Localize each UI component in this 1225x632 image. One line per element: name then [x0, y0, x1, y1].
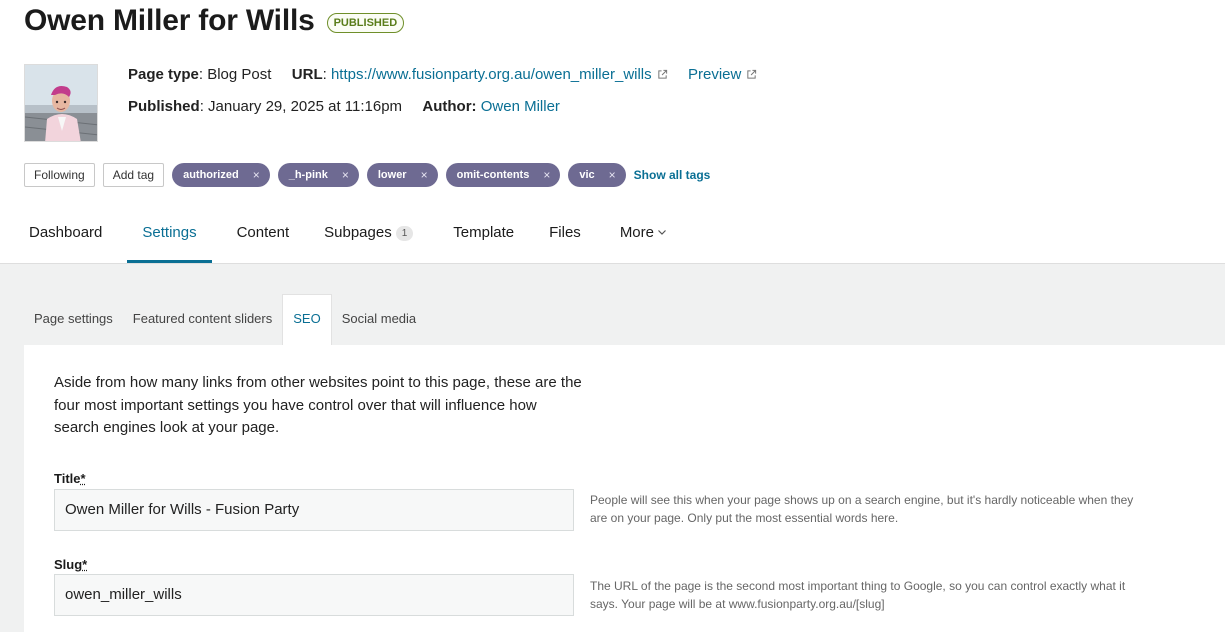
tab-files[interactable]: Files: [529, 210, 596, 263]
author-label: Author:: [422, 98, 477, 115]
subtab-seo[interactable]: SEO: [282, 294, 332, 345]
tag-chip[interactable]: authorized ×: [172, 163, 270, 187]
page-type-value: Blog Post: [207, 66, 272, 83]
tab-subpages-label: Subpages: [324, 224, 392, 241]
seo-title-input[interactable]: Owen Miller for Wills - Fusion Party: [54, 489, 574, 531]
tags-bar: Following Add tag authorized × _h-pink × l…: [24, 163, 710, 187]
meta-row-type-url: Page type: Blog Post URL: https://www.fu…: [128, 66, 757, 83]
preview-link[interactable]: Preview: [688, 66, 741, 83]
close-icon[interactable]: ×: [253, 168, 260, 182]
page-url-link[interactable]: https://www.fusionparty.org.au/owen_mill…: [331, 66, 652, 83]
required-marker: *: [80, 471, 86, 486]
tag-chip[interactable]: lower ×: [366, 163, 438, 187]
tag-label: authorized: [183, 169, 239, 181]
subpages-count-badge: 1: [395, 226, 414, 241]
external-link-icon: [657, 69, 667, 79]
tag-label: _h-pink: [288, 169, 328, 181]
tab-dashboard[interactable]: Dashboard: [14, 210, 117, 263]
following-button[interactable]: Following: [24, 163, 95, 187]
show-all-tags-link[interactable]: Show all tags: [634, 168, 711, 182]
title-help-text: People will see this when your page show…: [590, 493, 1134, 525]
slug-help-text: The URL of the page is the second most i…: [590, 579, 1126, 611]
tab-template[interactable]: Template: [433, 210, 529, 263]
page-title: Owen Miller for Wills: [24, 4, 315, 37]
external-link-icon: [747, 69, 757, 79]
published-date: January 29, 2025 at 11:16pm: [208, 98, 403, 115]
subtab-page-settings[interactable]: Page settings: [24, 294, 123, 345]
tag-chip[interactable]: _h-pink ×: [277, 163, 359, 187]
published-label: Published: [128, 98, 200, 115]
add-tag-button[interactable]: Add tag: [102, 163, 165, 187]
settings-sub-tabs: Page settings Featured content sliders S…: [24, 294, 426, 345]
tab-subpages[interactable]: Subpages 1: [304, 210, 433, 263]
tag-label: lower: [377, 169, 407, 181]
title-field-label: Title*: [54, 471, 86, 486]
tag-label: vic: [579, 169, 595, 181]
page-type-label: Page type: [128, 66, 199, 83]
close-icon[interactable]: ×: [609, 168, 616, 182]
required-marker: *: [82, 557, 88, 572]
page: Owen Miller for Wills PUBLISHED Page typ…: [0, 0, 1225, 632]
settings-content-area: Page settings Featured content sliders S…: [0, 263, 1225, 632]
chevron-down-icon: [658, 230, 666, 235]
seo-intro-text: Aside from how many links from other web…: [54, 374, 582, 436]
seo-slug-input[interactable]: owen_miller_wills: [54, 574, 574, 616]
title-label-text: Title: [54, 471, 81, 486]
tab-settings[interactable]: Settings: [127, 210, 212, 263]
meta-row-published-author: Published: January 29, 2025 at 11:16pm A…: [128, 98, 560, 115]
slug-field-label: Slug*: [54, 557, 87, 572]
subtab-featured-sliders[interactable]: Featured content sliders: [123, 294, 282, 345]
main-tabs: Dashboard Settings Content Subpages 1 Tem…: [14, 210, 682, 264]
slug-label-text: Slug: [54, 557, 83, 572]
status-badge: PUBLISHED: [326, 13, 405, 33]
tab-content[interactable]: Content: [222, 210, 305, 263]
avatar-image: [25, 65, 97, 141]
tab-more[interactable]: More: [596, 210, 682, 263]
seo-panel: Aside from how many links from other web…: [24, 345, 1225, 632]
author-link[interactable]: Owen Miller: [481, 98, 560, 115]
url-label: URL: [291, 66, 323, 83]
tag-chip[interactable]: omit-contents ×: [445, 163, 561, 187]
tag-chip[interactable]: vic ×: [568, 163, 626, 187]
close-icon[interactable]: ×: [421, 168, 428, 182]
tab-more-label: More: [619, 224, 654, 241]
title-row: Owen Miller for Wills PUBLISHED: [24, 4, 405, 38]
tag-label: omit-contents: [456, 169, 530, 181]
close-icon[interactable]: ×: [342, 168, 349, 182]
subtab-social-media[interactable]: Social media: [332, 294, 426, 345]
author-avatar: [24, 64, 98, 142]
close-icon[interactable]: ×: [543, 168, 550, 182]
